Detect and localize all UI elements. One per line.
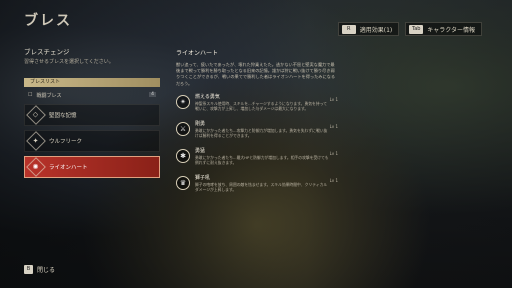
group-combat-bless[interactable]: ☐ 戦闘ブレス 4 (24, 90, 160, 100)
key-hint-r: R (341, 24, 356, 34)
skill-level: Lv 1 (329, 123, 338, 129)
skill-name: 燃える勇気 (195, 93, 220, 100)
skill-name: 剛勇 (195, 120, 206, 127)
panel-subtitle: 習得させるブレスを選択してください。 (24, 59, 114, 65)
bless-item-wolf-reek[interactable]: ✦ ウルフリーク (24, 130, 160, 152)
close-button[interactable]: B 閉じる (24, 265, 55, 274)
left-panel-header: ブレスチェンジ 習得させるブレスを選択してください。 (24, 46, 160, 65)
sword-skill-icon: ⚔ (176, 121, 190, 136)
applied-effects-button[interactable]: R 適用効果(1) (337, 22, 400, 36)
bless-list: ブレスリスト ☐ 戦闘ブレス 4 ◇ 堅固な記憶 ✦ ウルフリーク ✺ ライオン… (24, 78, 160, 178)
bless-item-label: ウルフリーク (49, 139, 83, 145)
group-count-badge: 4 (149, 92, 156, 97)
bless-item-solid-memory[interactable]: ◇ 堅固な記憶 (24, 104, 160, 126)
panel-heading: ブレスチェンジ (24, 48, 70, 56)
character-info-label: キャラクター情報 (427, 26, 475, 34)
bless-list-header: ブレスリスト (24, 78, 160, 87)
crown-skill-icon: ♛ (176, 175, 190, 190)
bless-item-label: ライオンハート (49, 165, 88, 171)
applied-effects-label: 適用効果(1) (359, 26, 393, 34)
skill-item[interactable]: ✴ 燃える勇気 神聖系スキル使用時、スキルを...チャージするようになります。勇… (176, 93, 338, 117)
key-hint-tab: Tab (409, 24, 424, 34)
bless-item-label: 堅固な記憶 (49, 113, 77, 119)
skill-list: ✴ 燃える勇気 神聖系スキル使用時、スキルを...チャージするようになります。勇… (176, 93, 338, 198)
bless-description: 獣い追って、疲いたであったが、壊れた狩乗えたた。逃かない不屈と堅実な魔力で最後ま… (176, 62, 336, 86)
skill-level: Lv 1 (329, 96, 338, 102)
burst-skill-icon: ✱ (176, 148, 190, 163)
skill-item[interactable]: ✱ 勇猛 勇敢にかかった者たち...最大HPと防御力が増加します。相手の攻撃を受… (176, 147, 338, 171)
wolf-emblem-icon: ✦ (26, 131, 46, 151)
flame-skill-icon: ✴ (176, 94, 190, 109)
checkbox-icon: ☐ (28, 92, 33, 98)
close-label: 閉じる (37, 267, 56, 274)
diamond-icon: ◇ (26, 105, 46, 125)
skill-name: 獅子吼 (195, 174, 211, 181)
bless-item-lionheart[interactable]: ✺ ライオンハート (24, 156, 160, 178)
skill-description: 神聖系スキル使用時、スキルを...チャージするようになります。勇気を持って戦いに… (195, 100, 328, 112)
lion-emblem-icon: ✺ (26, 157, 46, 177)
skill-description: 獅子の咆哮を放ち、周囲の敵を怯ませます。スキル効果時間中、クリティカルダメージが… (195, 181, 328, 193)
group-label: 戦闘ブレス (36, 92, 62, 99)
top-right-actions: R 適用効果(1) Tab キャラクター情報 (337, 22, 482, 36)
bless-name: ライオンハート (176, 50, 219, 57)
skill-level: Lv 1 (329, 150, 338, 156)
character-info-button[interactable]: Tab キャラクター情報 (405, 22, 482, 36)
skill-item[interactable]: ♛ 獅子吼 獅子の咆哮を放ち、周囲の敵を怯ませます。スキル効果時間中、クリティカ… (176, 174, 338, 198)
skill-description: 勇敢にかかった者たち...最大HPと防御力が増加します。相手の攻撃を受けても倒れ… (195, 154, 329, 166)
bless-detail-panel: ライオンハート 獣い追って、疲いたであったが、壊れた狩乗えたた。逃かない不屈と堅… (176, 48, 338, 198)
key-hint-b: B (24, 265, 33, 274)
skill-item[interactable]: ⚔ 剛勇 勇敢にかかった者たち...攻撃力と防御力が増加します。勇気を失わずに戦… (176, 120, 338, 144)
page-title: ブレス (24, 13, 72, 29)
skill-level: Lv 1 (329, 177, 338, 183)
skill-name: 勇猛 (195, 147, 206, 154)
skill-description: 勇敢にかかった者たち...攻撃力と防御力が増加します。勇気を失わずに戦い抜けば勝… (195, 127, 328, 139)
